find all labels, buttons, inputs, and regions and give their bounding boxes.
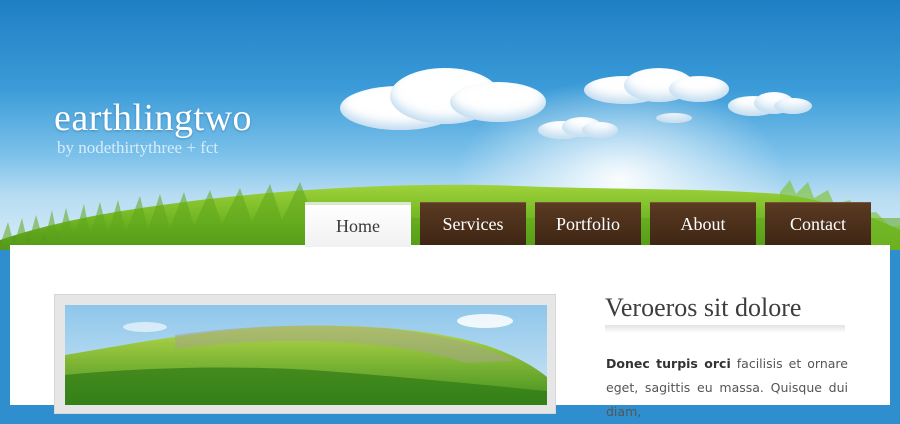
site-subtitle: by nodethirtythree + fct [57,138,219,157]
cloud-large [340,68,550,130]
cloud-small-right [728,92,814,116]
main-nav: Home Services Portfolio About Contact [305,202,871,247]
nav-services[interactable]: Services [420,202,526,245]
content-panel: Veroeros sit dolore Donec turpis orci fa… [10,245,890,419]
cloud-small-center [538,117,620,139]
featured-image [65,305,547,405]
nav-home[interactable]: Home [305,202,411,247]
heading-divider [605,325,845,333]
nav-portfolio[interactable]: Portfolio [535,202,641,245]
sidebar-paragraph: Donec turpis orci facilisis et ornare eg… [606,352,848,424]
cloud-medium [584,68,734,106]
site-title[interactable]: earthlingtwo [54,96,252,140]
sidebar-lead-bold: Donec turpis orci [606,356,731,371]
sidebar-heading: Veroeros sit dolore [605,293,802,322]
nav-about[interactable]: About [650,202,756,245]
featured-image-frame [54,294,556,414]
cloud-tiny [656,111,692,123]
nav-contact[interactable]: Contact [765,202,871,245]
